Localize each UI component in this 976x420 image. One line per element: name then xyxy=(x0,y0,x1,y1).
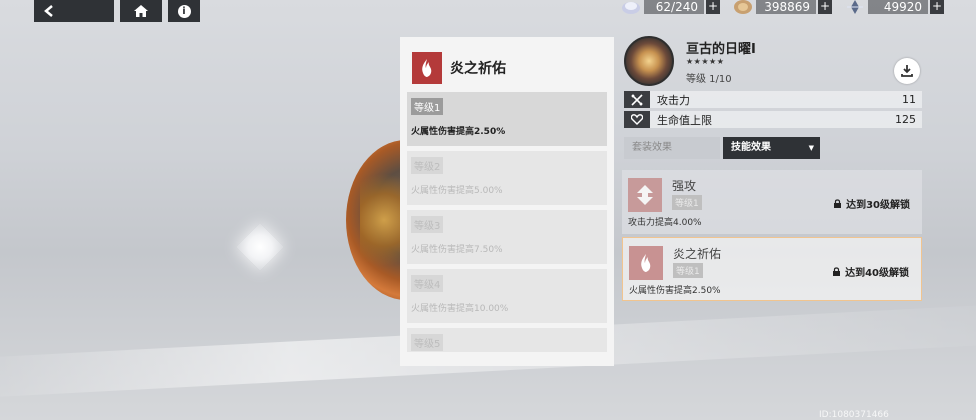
energy-add-button[interactable]: + xyxy=(706,0,720,14)
tab-skill-label: 技能效果 xyxy=(731,142,771,153)
stat-row-attack: 攻击力 11 xyxy=(624,91,922,108)
crystal-add-button[interactable]: + xyxy=(930,0,944,14)
stat-row-hp: 生命值上限 125 xyxy=(624,111,922,128)
stat-label: 攻击力 xyxy=(657,93,690,107)
download-icon xyxy=(901,65,913,77)
skill-detail-panel: 炎之祈佑 等级1 火属性伤害提高2.50% 等级2 火属性伤害提高5.00% 等… xyxy=(400,37,614,366)
skill-title: 炎之祈佑 xyxy=(450,61,506,77)
back-button[interactable] xyxy=(34,0,114,22)
effect-level-badge: 等级1 xyxy=(672,195,702,210)
skill-level-row[interactable]: 等级2 火属性伤害提高5.00% xyxy=(407,151,607,205)
unlock-text: 达到30级解锁 xyxy=(846,200,910,211)
diamond-sparkle-icon xyxy=(235,222,285,272)
unlock-requirement: 达到40级解锁 xyxy=(832,264,909,279)
skill-header: 炎之祈佑 xyxy=(407,51,607,85)
stat-value: 125 xyxy=(895,113,916,126)
coin-add-button[interactable]: + xyxy=(818,0,832,14)
lock-icon xyxy=(834,199,842,208)
chevron-down-icon: ▼ xyxy=(808,144,814,152)
level-description: 火属性伤害提高5.00% xyxy=(411,186,503,196)
sword-icon xyxy=(624,91,650,108)
resource-energy: 62/240 + xyxy=(620,0,720,14)
crystal-value: 49920 xyxy=(868,0,928,14)
energy-icon xyxy=(622,2,640,14)
tab-skill-effect[interactable]: 技能效果 ▼ xyxy=(723,137,820,159)
coin-value: 398869 xyxy=(756,0,816,14)
level-badge: 等级3 xyxy=(411,216,444,233)
sun-emblem-icon xyxy=(624,36,674,86)
unlock-text: 达到40级解锁 xyxy=(845,268,909,279)
info-button[interactable]: i xyxy=(168,0,200,22)
back-arrow-icon xyxy=(44,5,53,17)
star-rating: ★★★★★ xyxy=(686,57,725,66)
effect-tabs: 套装效果 技能效果 ▼ xyxy=(624,137,820,159)
skill-level-row[interactable]: 等级3 火属性伤害提高7.50% xyxy=(407,210,607,264)
home-button[interactable] xyxy=(120,0,162,22)
skill-level-row[interactable]: 等级5 xyxy=(407,328,607,352)
level-description: 火属性伤害提高7.50% xyxy=(411,245,503,255)
effect-description: 攻击力提高4.00% xyxy=(628,218,702,228)
user-id-watermark: ID:1080371466 xyxy=(819,410,889,420)
stat-label: 生命值上限 xyxy=(657,113,712,127)
level-description: 火属性伤害提高10.00% xyxy=(411,304,509,314)
equip-button[interactable] xyxy=(894,58,920,84)
level-badge: 等级5 xyxy=(411,334,444,351)
effect-item[interactable]: 强攻 等级1 攻击力提高4.00% 达到30级解锁 xyxy=(622,170,922,234)
effect-name: 强攻 xyxy=(672,179,697,193)
level-badge: 等级1 xyxy=(411,98,444,115)
flame-skill-icon xyxy=(412,52,442,84)
unlock-requirement: 达到30级解锁 xyxy=(833,196,910,211)
stat-value: 11 xyxy=(902,93,916,106)
top-nav: i xyxy=(34,0,200,22)
resource-coin: 398869 + xyxy=(732,0,832,14)
effect-description: 火属性伤害提高2.50% xyxy=(629,286,721,296)
tab-set-effect[interactable]: 套装效果 xyxy=(624,137,720,159)
home-icon xyxy=(134,5,148,17)
info-icon: i xyxy=(177,4,191,18)
resource-bar: 62/240 + 398869 + 49920 + xyxy=(620,0,944,14)
coin-icon xyxy=(734,0,752,14)
arrow-up-skill-icon xyxy=(628,178,662,212)
effect-level-badge: 等级1 xyxy=(673,263,703,278)
lock-icon xyxy=(833,267,841,276)
level-badge: 等级2 xyxy=(411,157,444,174)
flame-skill-icon xyxy=(629,246,663,280)
effect-name: 炎之祈佑 xyxy=(673,247,722,261)
heart-icon xyxy=(624,111,650,128)
energy-value: 62/240 xyxy=(644,0,704,14)
level-badge: 等级4 xyxy=(411,275,444,292)
card-header: 亘古的日曜I ★★★★★ 等级 1/10 xyxy=(624,36,924,88)
card-name: 亘古的日曜I xyxy=(686,42,756,57)
card-level: 等级 1/10 xyxy=(686,74,732,85)
crystal-icon xyxy=(847,0,863,14)
effect-item-selected[interactable]: 炎之祈佑 等级1 火属性伤害提高2.50% 达到40级解锁 xyxy=(622,237,922,301)
skill-level-row[interactable]: 等级4 火属性伤害提高10.00% xyxy=(407,269,607,323)
level-description: 火属性伤害提高2.50% xyxy=(411,127,506,137)
resource-crystal: 49920 + xyxy=(844,0,944,14)
skill-level-row[interactable]: 等级1 火属性伤害提高2.50% xyxy=(407,92,607,146)
